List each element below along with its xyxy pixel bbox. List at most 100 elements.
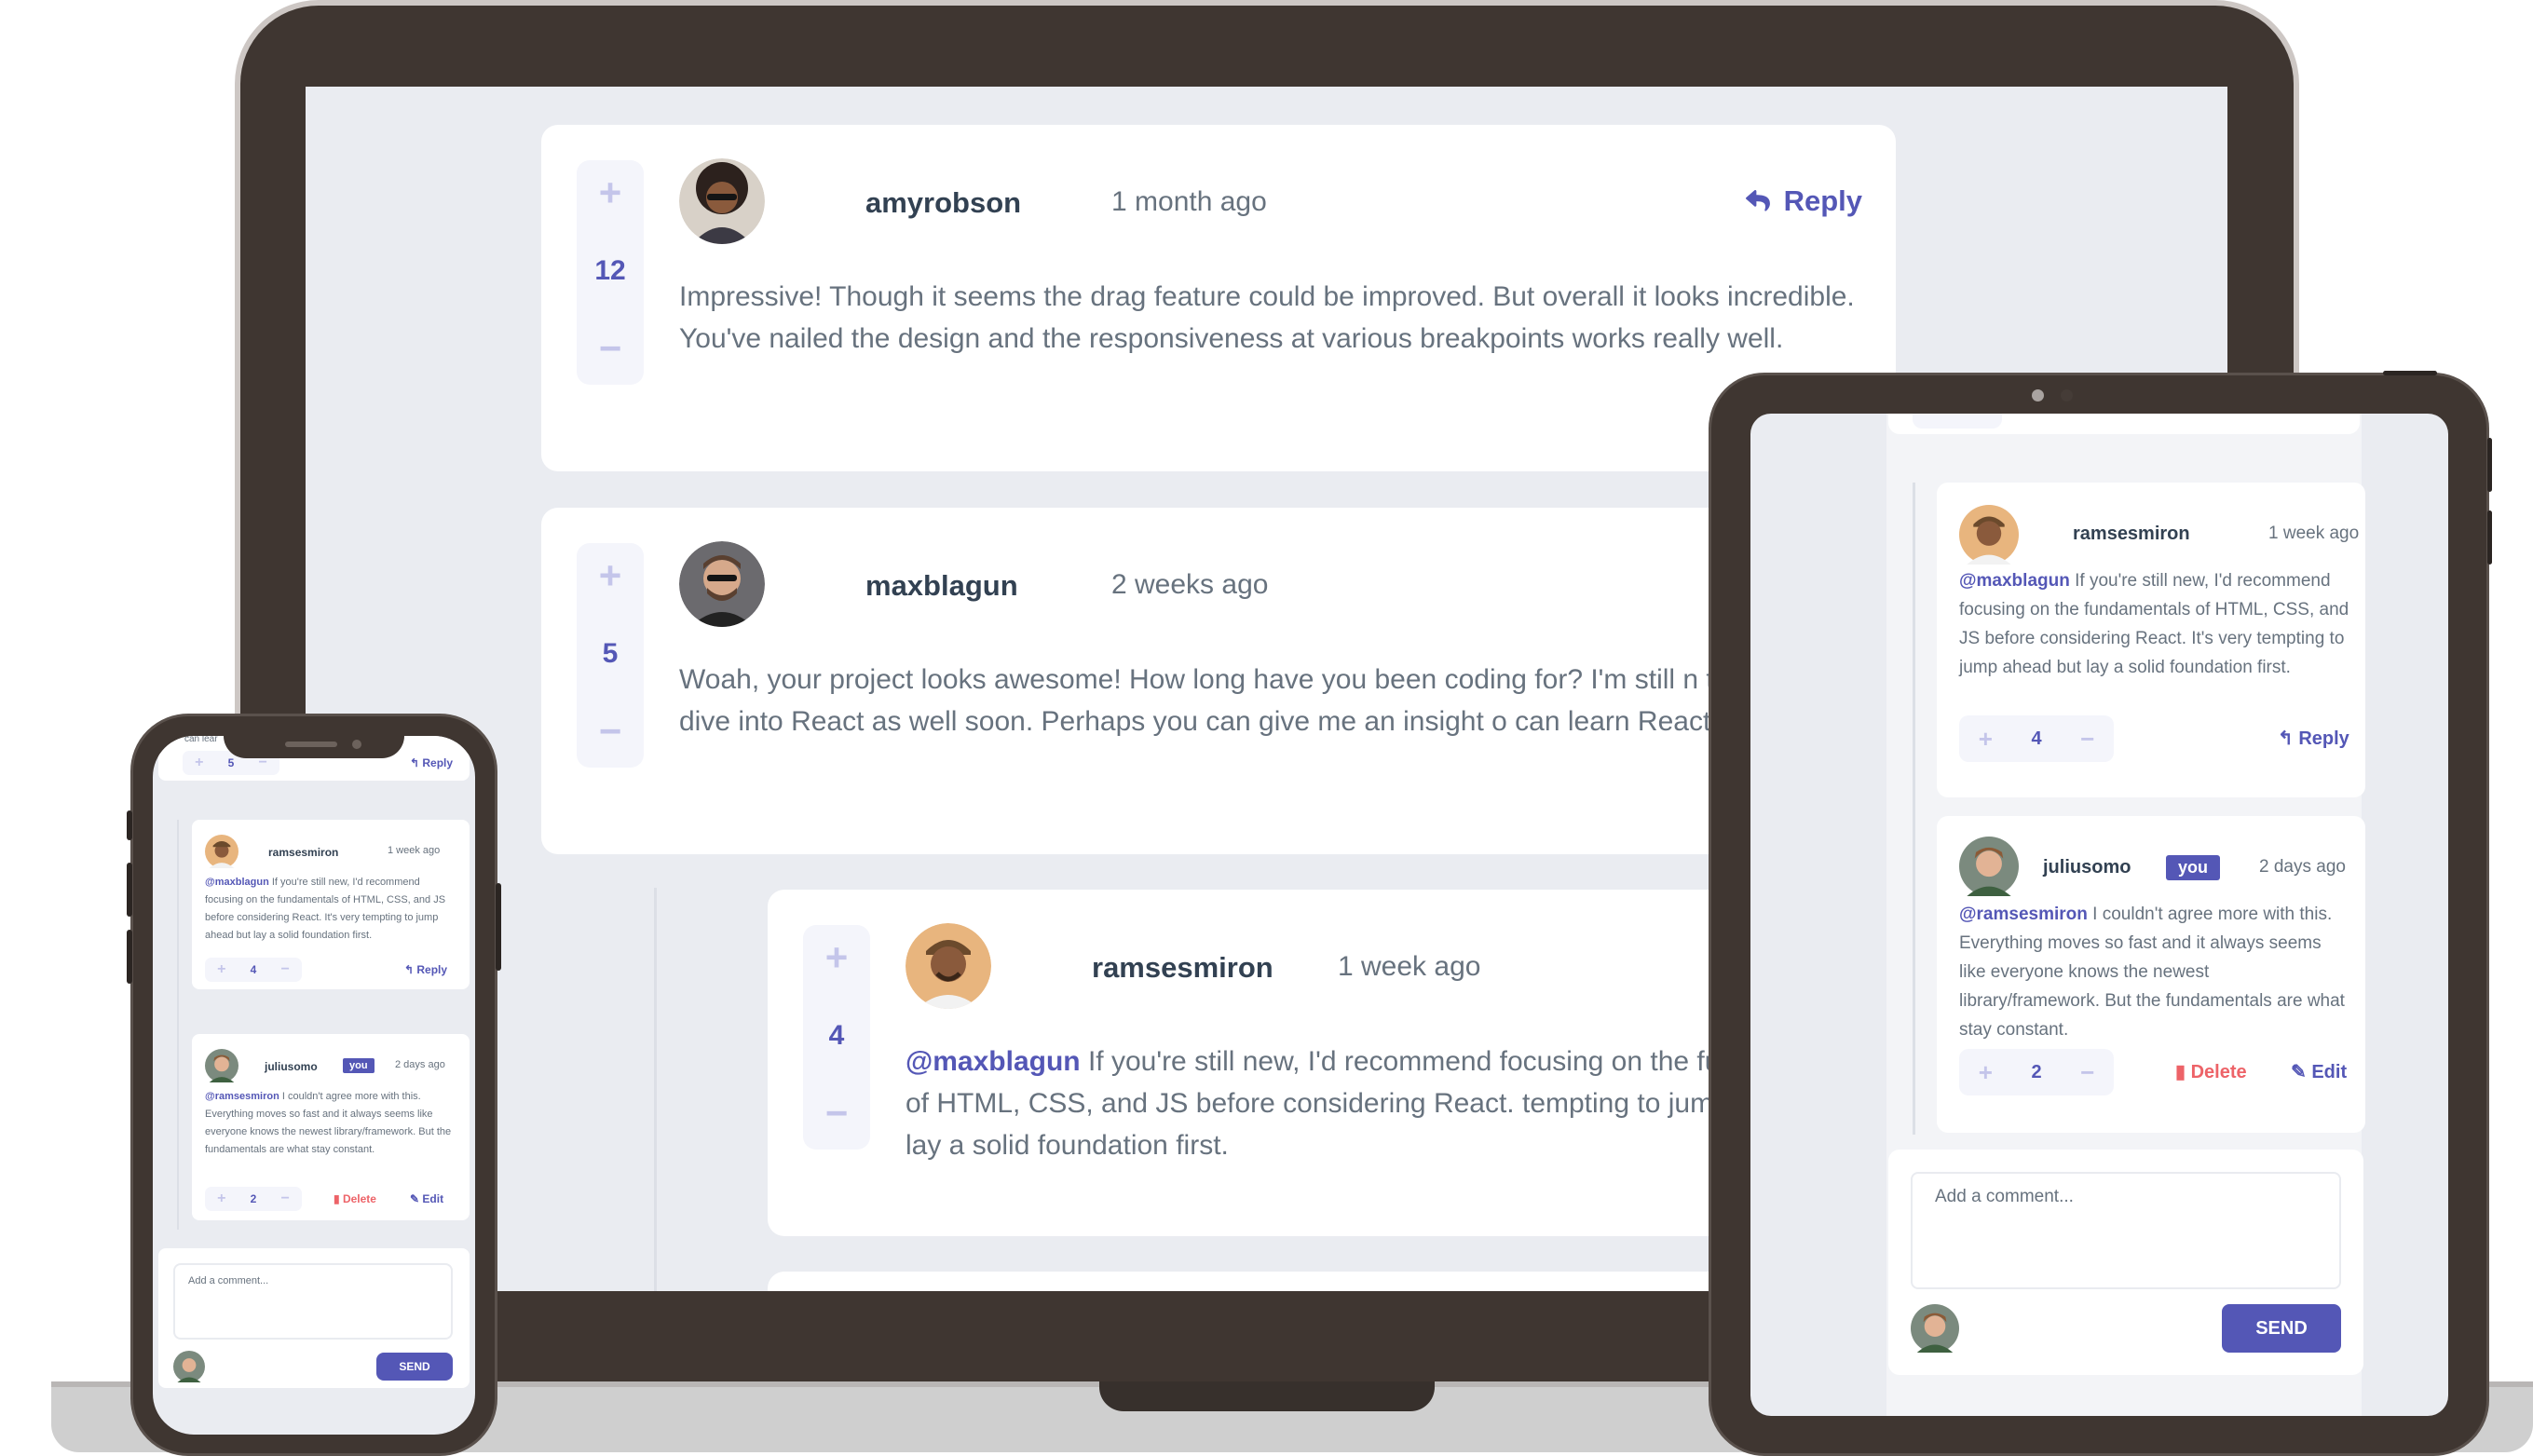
comment-date: 1 week ago — [388, 845, 441, 856]
trash-icon: ▮ — [334, 1192, 340, 1205]
reply-thread-line — [177, 820, 179, 1230]
score-count: 5 — [602, 637, 619, 669]
comment-date: 1 week ago — [1338, 951, 1481, 982]
edit-button[interactable]: ✎ Edit — [410, 1192, 443, 1205]
edit-label: Edit — [2311, 1062, 2348, 1082]
reply-button[interactable]: ↰ Reply — [404, 963, 447, 976]
comment-username: juliusomo — [265, 1060, 318, 1073]
vote-control-partial — [1913, 414, 2002, 429]
minus-icon[interactable]: − — [281, 1191, 290, 1207]
reply-label: Reply — [416, 963, 448, 976]
phone-camera — [352, 740, 361, 749]
plus-icon[interactable]: + — [825, 938, 849, 977]
minus-icon[interactable]: − — [825, 1094, 849, 1133]
comment-text: @maxblagun If you're still new, I'd reco… — [205, 874, 453, 945]
plus-icon[interactable]: + — [1979, 1058, 1993, 1087]
mention-link[interactable]: @maxblagun — [906, 1046, 1081, 1077]
comment-card: + 5 − maxblagun 2 weeks ago Woah, your p… — [541, 508, 1896, 854]
plus-icon[interactable]: + — [217, 961, 225, 978]
comment-date: 2 weeks ago — [1111, 569, 1269, 600]
comment-date: 1 month ago — [1111, 186, 1267, 217]
comment-composer: Add a comment... SEND — [1888, 1150, 2363, 1375]
score-count: 4 — [250, 963, 257, 976]
comment-text: @ramsesmiron I couldn't agree more with … — [1959, 900, 2350, 1044]
mention-link[interactable]: @maxblagun — [205, 877, 269, 888]
comment-username: ramsesmiron — [1092, 951, 1273, 984]
score-count: 2 — [2031, 1061, 2042, 1082]
score-count: 5 — [227, 756, 235, 769]
plus-icon[interactable]: + — [217, 1191, 225, 1207]
score-count: 2 — [250, 1192, 257, 1205]
mention-link[interactable]: @ramsesmiron — [205, 1091, 279, 1102]
plus-icon[interactable]: + — [1979, 725, 1993, 754]
delete-button[interactable]: ▮ Delete — [2175, 1060, 2247, 1083]
reply-button[interactable]: ↰ Reply — [410, 756, 453, 769]
vote-control: + 4 − — [1959, 715, 2114, 762]
comment-username: ramsesmiron — [2073, 524, 2190, 544]
comment-date: 2 days ago — [2259, 857, 2346, 877]
comment-username: ramsesmiron — [268, 846, 339, 859]
vote-control: + 2 − — [1959, 1049, 2114, 1095]
pencil-icon: ✎ — [410, 1192, 420, 1205]
avatar — [1959, 837, 2019, 896]
vote-control: + 12 − — [577, 160, 644, 385]
avatar — [906, 923, 991, 1009]
avatar — [1911, 1304, 1959, 1353]
minus-icon[interactable]: − — [2080, 725, 2094, 754]
comment-input[interactable]: Add a comment... — [173, 1263, 453, 1340]
reply-label: Reply — [2298, 728, 2349, 749]
minus-icon[interactable]: − — [599, 329, 622, 368]
reply-label: Reply — [422, 756, 454, 769]
reply-button[interactable]: Reply — [1745, 184, 1862, 218]
phone-side-button — [127, 863, 132, 917]
reply-thread-line — [654, 888, 657, 1291]
plus-icon[interactable]: + — [599, 173, 622, 212]
comment-text: Impressive! Though it seems the drag fea… — [679, 281, 1855, 354]
comment-date: 2 days ago — [395, 1059, 445, 1070]
reply-button[interactable]: ↰ Reply — [2278, 727, 2349, 750]
avatar — [679, 541, 765, 627]
phone-side-button — [496, 883, 501, 971]
minus-icon[interactable]: − — [2080, 1058, 2094, 1087]
edit-label: Edit — [422, 1192, 444, 1205]
comment-date: 1 week ago — [2268, 524, 2360, 543]
phone-side-button — [127, 810, 132, 840]
minus-icon[interactable]: − — [281, 961, 290, 978]
comment-text: @maxblagun If you're still new, I'd reco… — [1959, 566, 2350, 682]
comment-card: ramsesmiron 1 week ago @maxblagun If you… — [1937, 483, 2365, 797]
tablet-screen: ramsesmiron 1 week ago @maxblagun If you… — [1750, 414, 2448, 1416]
trash-icon: ▮ — [2175, 1062, 2186, 1082]
plus-icon[interactable]: + — [195, 755, 203, 771]
score-count: 12 — [594, 254, 626, 286]
avatar — [173, 1351, 205, 1382]
comment-card: ramsesmiron 1 week ago @maxblagun If you… — [192, 820, 470, 989]
reply-label: Reply — [1783, 184, 1862, 217]
edit-button[interactable]: ✎ Edit — [2291, 1060, 2347, 1083]
vote-control: + 5 − — [577, 543, 644, 768]
plus-icon[interactable]: + — [599, 556, 622, 595]
send-button[interactable]: SEND — [2222, 1304, 2341, 1353]
mention-link[interactable]: @ramsesmiron — [1959, 905, 2088, 924]
you-badge: you — [2166, 855, 2221, 880]
tablet-side-button — [2487, 510, 2492, 565]
send-button[interactable]: SEND — [376, 1353, 453, 1381]
comment-card: + 12 − amyrobson 1 month ago Reply Impre… — [541, 125, 1896, 471]
comment-text: @ramsesmiron I couldn't agree more with … — [205, 1088, 453, 1159]
tablet-camera — [2061, 389, 2073, 401]
comment-input[interactable]: Add a comment... — [1911, 1172, 2341, 1289]
tablet-camera — [2032, 389, 2044, 401]
minus-icon[interactable]: − — [599, 712, 622, 751]
score-count: 4 — [2031, 728, 2042, 749]
delete-button[interactable]: ▮ Delete — [334, 1192, 376, 1205]
avatar — [679, 158, 765, 244]
phone-speaker — [285, 742, 337, 747]
comment-card: juliusomo you 2 days ago @ramsesmiron I … — [1937, 816, 2365, 1133]
avatar — [205, 1049, 238, 1082]
phone-notch — [224, 736, 404, 758]
comment-composer: Add a comment... SEND — [158, 1248, 470, 1388]
tablet-side-button — [2487, 438, 2492, 492]
comment-username: amyrobson — [865, 186, 1022, 219]
you-badge: you — [343, 1058, 375, 1073]
reply-thread-line — [1913, 483, 1915, 1135]
mention-link[interactable]: @maxblagun — [1959, 571, 2070, 591]
